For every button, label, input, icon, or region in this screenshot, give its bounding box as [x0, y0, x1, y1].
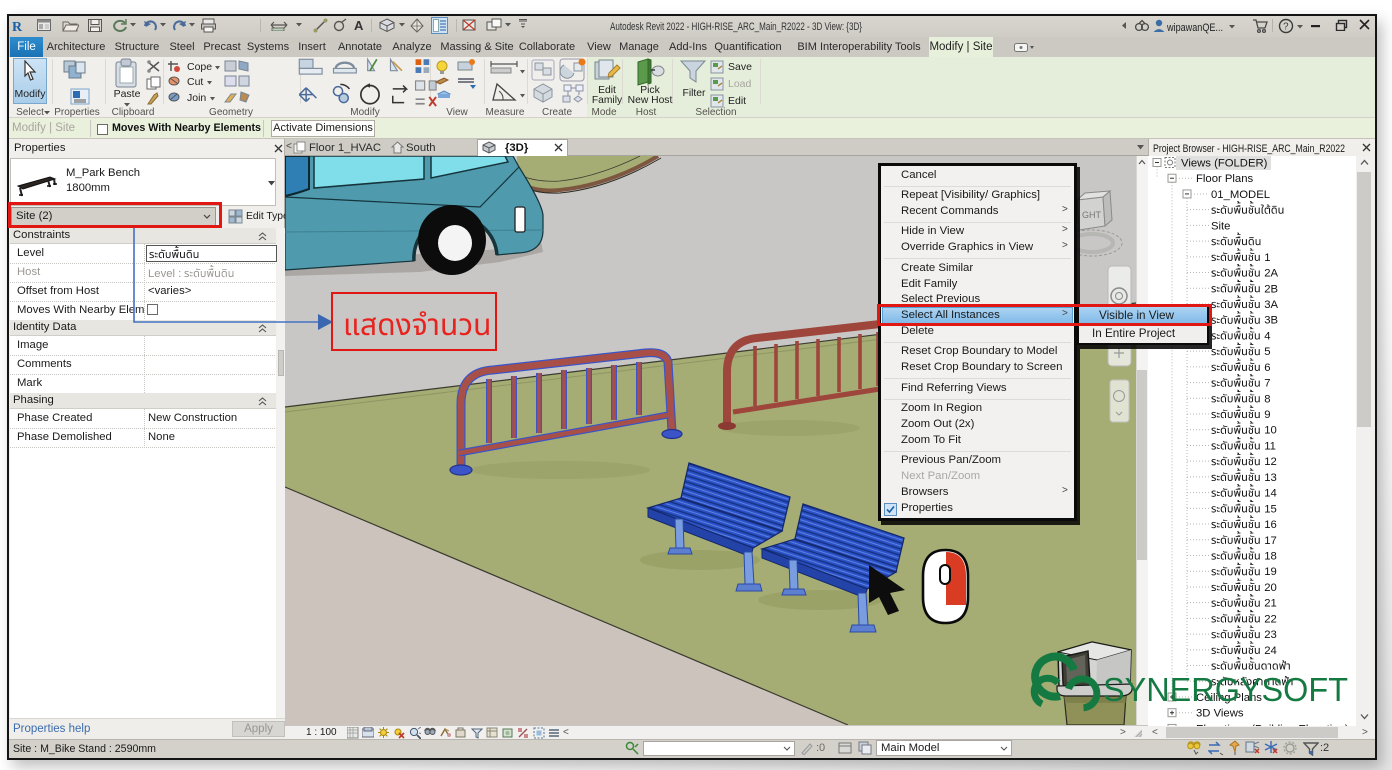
- svg-text:2A: 2A: [1264, 268, 1278, 280]
- svg-text:9: 9: [1264, 409, 1270, 421]
- svg-text:A: A: [354, 18, 364, 33]
- svg-text:01_MODEL: 01_MODEL: [1211, 189, 1270, 201]
- svg-text:19: 19: [1264, 566, 1277, 578]
- svg-text:4: 4: [1264, 330, 1270, 342]
- svg-text:Elevations (Building Elevation: Elevations (Building Elevation): [1196, 723, 1349, 726]
- svg-text:Floor Plans: Floor Plans: [1196, 173, 1253, 185]
- svg-text:22: 22: [1264, 613, 1277, 625]
- svg-text:3B: 3B: [1264, 315, 1278, 327]
- svg-text:SYNERGYSOFT: SYNERGYSOFT: [1103, 671, 1348, 708]
- svg-text:?: ?: [1283, 22, 1289, 33]
- svg-text:2B: 2B: [1264, 283, 1278, 295]
- svg-text:20: 20: [1264, 582, 1277, 594]
- svg-text:R: R: [12, 20, 23, 34]
- svg-text:1: 1: [1264, 252, 1270, 264]
- svg-text:12: 12: [1264, 456, 1277, 468]
- svg-text:8: 8: [1264, 393, 1270, 405]
- svg-text:6: 6: [1264, 362, 1270, 374]
- svg-text:5: 5: [1264, 346, 1270, 358]
- svg-text:7: 7: [1264, 378, 1270, 390]
- svg-text:Site: Site: [1211, 220, 1230, 232]
- svg-text:18: 18: [1264, 551, 1277, 563]
- svg-text:Level :: Level :: [148, 268, 181, 280]
- svg-text:16: 16: [1264, 519, 1277, 531]
- svg-text:Views (FOLDER): Views (FOLDER): [1181, 158, 1268, 170]
- svg-text:Cope: Cope: [187, 61, 212, 73]
- svg-text:11: 11: [1264, 440, 1276, 452]
- svg-text:13: 13: [1264, 472, 1277, 484]
- svg-text:Autodesk Revit 2022 - HIGH-RIS: Autodesk Revit 2022 - HIGH-RISE_ARC_Main…: [610, 21, 862, 33]
- svg-text:Join: Join: [187, 92, 206, 104]
- svg-text:17: 17: [1264, 535, 1277, 547]
- svg-text:GHT: GHT: [1082, 210, 1102, 220]
- svg-text:14: 14: [1264, 488, 1277, 500]
- svg-text:wipawanQE...: wipawanQE...: [1167, 22, 1223, 34]
- svg-text:Project Browser - HIGH-RISE_AR: Project Browser - HIGH-RISE_ARC_Main_R20…: [1153, 143, 1345, 155]
- svg-text:23: 23: [1264, 629, 1277, 641]
- svg-text:15: 15: [1264, 503, 1277, 515]
- svg-text:Site : M_Bike Stand : 2590mm: Site : M_Bike Stand : 2590mm: [13, 743, 156, 755]
- svg-text:21: 21: [1264, 598, 1277, 610]
- svg-text:Cut: Cut: [187, 76, 203, 88]
- svg-text:10: 10: [1264, 425, 1277, 437]
- svg-text:3A: 3A: [1264, 299, 1278, 311]
